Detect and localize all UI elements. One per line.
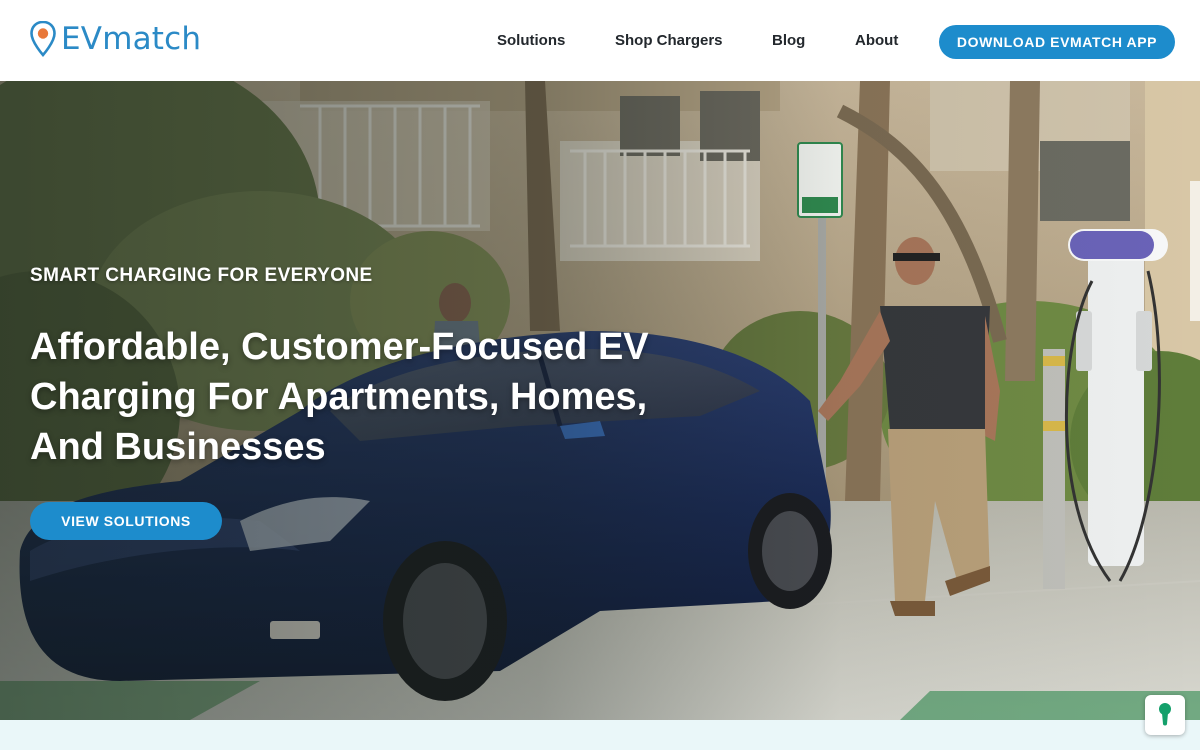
logo-link[interactable]: EVmatch [30, 19, 201, 59]
download-app-button[interactable]: DOWNLOAD EVMATCH APP [939, 25, 1175, 59]
nav-item-about[interactable]: About [855, 32, 898, 49]
map-pin-icon [30, 21, 56, 57]
nav-item-solutions[interactable]: Solutions [497, 32, 565, 49]
keyhole-icon [1159, 703, 1171, 726]
view-solutions-button[interactable]: VIEW SOLUTIONS [30, 502, 222, 540]
nav-item-blog[interactable]: Blog [772, 32, 805, 49]
site-header: EVmatch Solutions Shop Chargers Blog Abo… [0, 0, 1200, 81]
hero-headline: Affordable, Customer-Focused EV Charging… [30, 326, 649, 468]
hero-section: SMART CHARGING FOR EVERYONE Affordable, … [0, 81, 1200, 720]
nav-item-shop-chargers[interactable]: Shop Chargers [615, 32, 723, 49]
brand-name: EVmatch [61, 21, 202, 57]
next-section-edge [0, 720, 1200, 750]
accessibility-widget-button[interactable] [1145, 695, 1185, 735]
hero-eyebrow: SMART CHARGING FOR EVERYONE [30, 265, 373, 286]
